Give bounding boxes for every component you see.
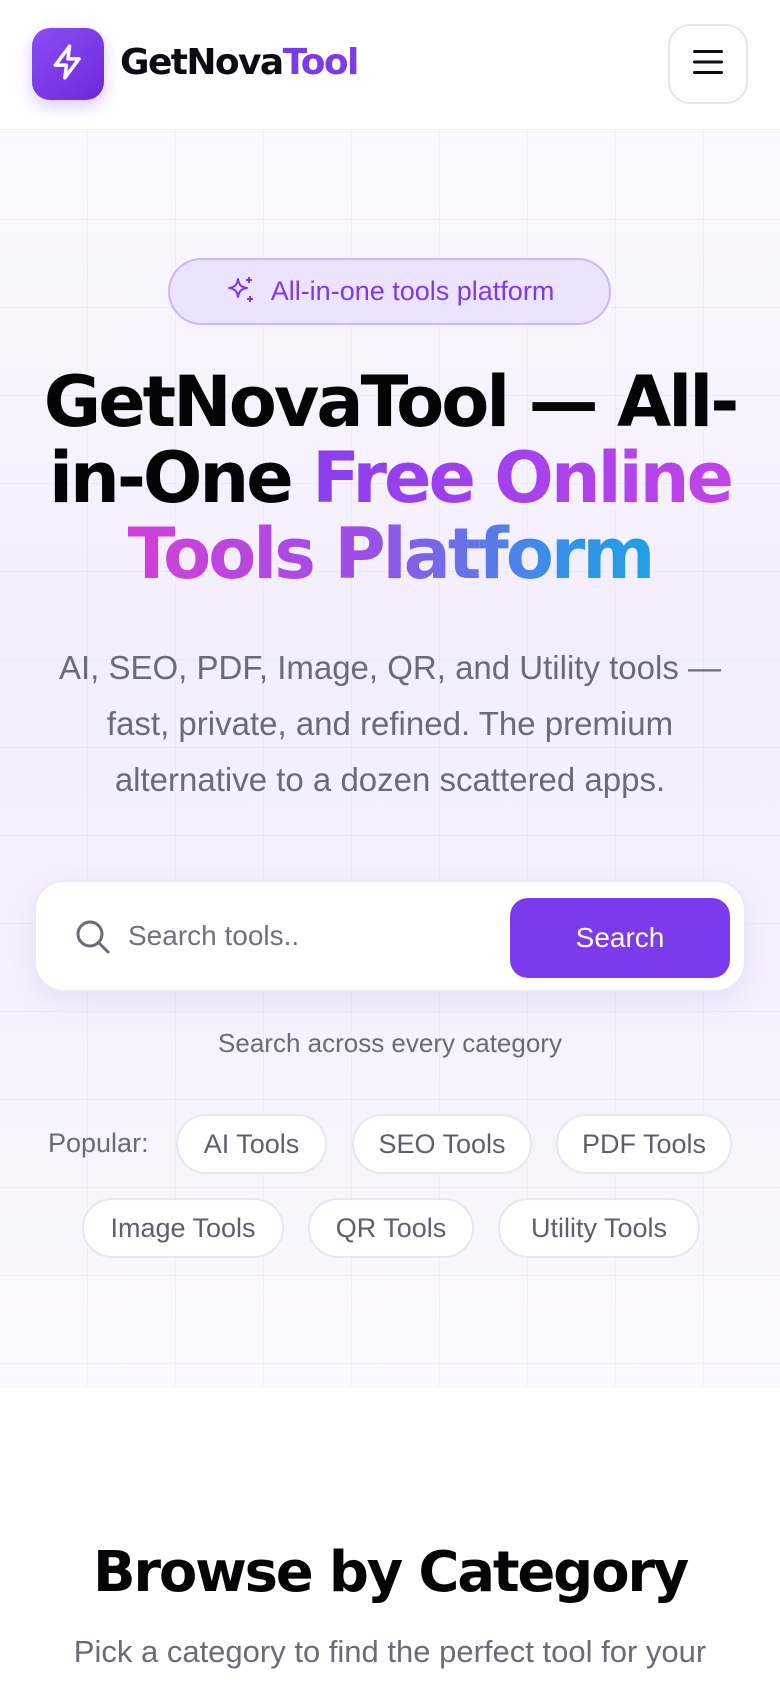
hero-subtitle: AI, SEO, PDF, Image, QR, and Utility too… bbox=[58, 649, 722, 798]
popular-tags-row: Popular: AI Tools SEO Tools PDF Tools bbox=[0, 1114, 780, 1176]
popular-chip-qr-tools[interactable]: QR Tools bbox=[308, 1198, 474, 1258]
platform-badge: All-in-one tools platform bbox=[168, 258, 611, 325]
site-header: GetNovaTool bbox=[0, 0, 780, 130]
brand-name-part1: GetNova bbox=[120, 42, 284, 83]
hero-title-gradient-2: Tools Platform bbox=[127, 513, 656, 595]
popular-chip-pdf-tools[interactable]: PDF Tools bbox=[556, 1114, 732, 1174]
search-helper-text: Search across every category bbox=[218, 1028, 562, 1058]
popular-chip-ai-tools[interactable]: AI Tools bbox=[176, 1114, 327, 1174]
search-input[interactable] bbox=[128, 906, 488, 966]
popular-chip-image-tools[interactable]: Image Tools bbox=[82, 1198, 284, 1258]
search-icon bbox=[74, 918, 112, 960]
bolt-icon bbox=[49, 43, 87, 85]
menu-button[interactable] bbox=[668, 24, 748, 104]
hamburger-menu-icon bbox=[692, 49, 724, 79]
sparkles-icon bbox=[225, 274, 257, 310]
browse-category-title: Browse by Category bbox=[92, 1540, 689, 1605]
search-bar: Search bbox=[34, 880, 746, 992]
logo-mark[interactable] bbox=[32, 28, 104, 100]
popular-chip-seo-tools[interactable]: SEO Tools bbox=[352, 1114, 532, 1174]
popular-tags-row-2: Image Tools QR Tools Utility Tools bbox=[0, 1198, 780, 1260]
platform-badge-label: All-in-one tools platform bbox=[270, 276, 555, 306]
search-button[interactable]: Search bbox=[510, 898, 730, 978]
brand-name[interactable]: GetNovaTool bbox=[120, 38, 360, 88]
hero-title: GetNovaTool — All-in-One Free Online Too… bbox=[20, 364, 760, 592]
brand-name-part2: Tool bbox=[282, 42, 360, 83]
hero-title-gradient-1: Free Online bbox=[312, 437, 734, 519]
browse-category-subtitle: Pick a category to find the perfect tool… bbox=[73, 1634, 707, 1669]
popular-label: Popular: bbox=[48, 1128, 149, 1158]
popular-chip-utility-tools[interactable]: Utility Tools bbox=[498, 1198, 700, 1258]
